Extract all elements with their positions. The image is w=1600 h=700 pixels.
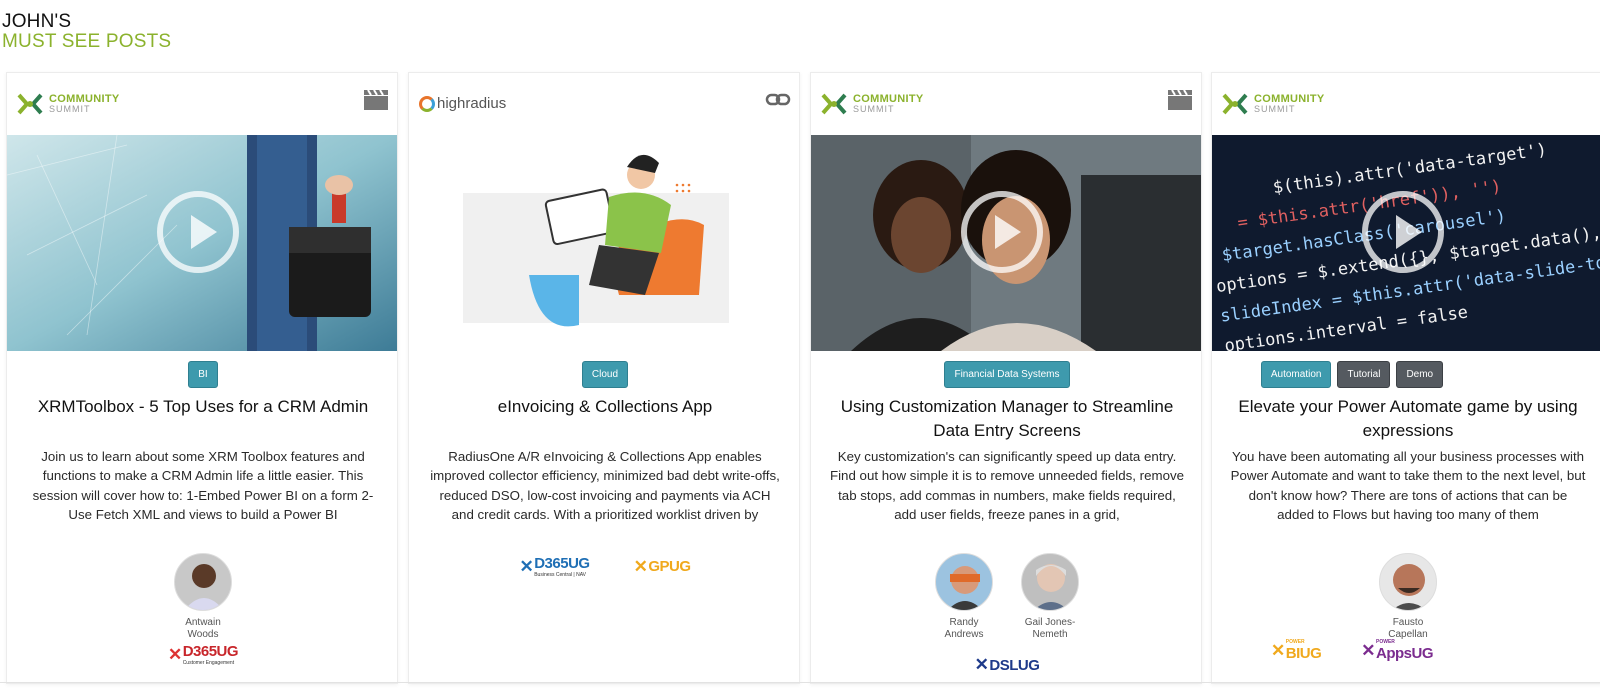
user-group-logo: ✕ D365UG Business Central | NAV (519, 555, 590, 578)
logo-line-2: SUMMIT (853, 104, 895, 114)
divider (0, 682, 1600, 683)
post-video-thumbnail[interactable]: $(this).attr('data-target') = $this.attr… (1212, 135, 1600, 351)
community-summit-logo: COMMUNITY SUMMIT (1222, 93, 1325, 115)
logo-line-2: SUMMIT (1254, 104, 1296, 114)
link-icon (765, 93, 791, 106)
tag-badge[interactable]: Automation (1260, 361, 1332, 388)
logo-text: highradius (437, 95, 507, 112)
user-group-name: AppsUG (1376, 645, 1434, 662)
logo-line-1: COMMUNITY (49, 93, 120, 105)
logo-line-1: COMMUNITY (853, 93, 924, 105)
tag-badge[interactable]: Tutorial (1337, 361, 1391, 388)
speaker-name: Gail Jones-Nemeth (1024, 617, 1076, 640)
page-header: JOHN'S MUST SEE POSTS (2, 12, 171, 52)
community-summit-logo: COMMUNITY SUMMIT (17, 93, 120, 115)
tag-badge[interactable]: Financial Data Systems (944, 361, 1070, 388)
speaker[interactable]: Gail Jones-Nemeth (1018, 553, 1082, 641)
user-group-logo: ✕ DSLUG (974, 655, 1040, 674)
tag-badge[interactable]: Demo (1396, 361, 1444, 388)
avatar (1379, 553, 1437, 611)
post-title[interactable]: XRMToolbox - 5 Top Uses for a CRM Admin (21, 395, 385, 419)
tag-badge[interactable]: BI (188, 361, 218, 388)
play-icon[interactable] (961, 191, 1043, 273)
speaker[interactable]: Randy Andrews (932, 553, 996, 641)
user-group-name: DSLUG (989, 656, 1040, 674)
tag-badge[interactable]: Cloud (581, 361, 629, 388)
speaker[interactable]: Fausto Capellan (1376, 553, 1440, 641)
post-description: Key customization's can significantly sp… (829, 449, 1185, 522)
speaker[interactable]: Antwain Woods (171, 553, 235, 641)
post-image[interactable] (409, 135, 799, 351)
post-card[interactable]: COMMUNITY SUMMIT Financial Data Systems U… (810, 72, 1202, 684)
header-line-1: JOHN'S (2, 11, 72, 32)
post-title[interactable]: eInvoicing & Collections App (423, 395, 787, 419)
user-group-name: D365UG (182, 643, 239, 660)
play-icon[interactable] (1362, 191, 1444, 273)
video-clapper-icon (364, 89, 388, 110)
post-card[interactable]: COMMUNITY SUMMIT $(this).attr('data-targe… (1211, 72, 1600, 684)
user-group-logo: ✕ POWER BIUG (1271, 639, 1322, 662)
community-summit-logo: COMMUNITY SUMMIT (821, 93, 924, 115)
user-group-logo: ✕ POWER AppsUG (1361, 639, 1433, 662)
avatar (1021, 553, 1079, 611)
play-icon[interactable] (157, 191, 239, 273)
post-description: You have been automating all your busine… (1230, 449, 1586, 522)
user-group-name: GPUG (648, 558, 691, 575)
post-video-thumbnail[interactable] (811, 135, 1201, 351)
posts-carousel[interactable]: COMMUNITY SUMMIT BI XRMToolbox - 5 Top U… (0, 72, 1600, 700)
user-group-sub: Business Central | NAV (534, 572, 587, 578)
speaker-name: Randy Andrews (944, 617, 984, 640)
post-card[interactable]: COMMUNITY SUMMIT BI XRMToolbox - 5 Top U… (6, 72, 398, 684)
user-group-name: D365UG (534, 555, 590, 572)
header-line-2: MUST SEE POSTS (2, 31, 172, 52)
highradius-logo: highradius (419, 95, 506, 112)
post-title[interactable]: Elevate your Power Automate game by usin… (1226, 395, 1590, 443)
user-group-sub: Customer Engagement (182, 660, 235, 666)
logo-line-2: SUMMIT (49, 104, 91, 114)
user-group-logo: ✕ GPUG (633, 556, 691, 576)
post-title[interactable]: Using Customization Manager to Streamlin… (825, 395, 1189, 443)
speaker-name: Antwain Woods (185, 617, 221, 640)
avatar (174, 553, 232, 611)
video-clapper-icon (1168, 89, 1192, 110)
logo-line-1: COMMUNITY (1254, 93, 1325, 105)
speaker-name: Fausto Capellan (1388, 617, 1428, 640)
post-description: RadiusOne A/R eInvoicing & Collections A… (430, 449, 780, 522)
avatar (935, 553, 993, 611)
post-card[interactable]: highradius Cloud eInvoicing & Collection… (408, 72, 800, 684)
user-group-logo: ✕ D365UG Customer Engagement (167, 643, 239, 666)
user-group-name: BIUG (1285, 645, 1322, 662)
post-description: Join us to learn about some XRM Toolbox … (32, 449, 374, 522)
post-video-thumbnail[interactable] (7, 135, 397, 351)
